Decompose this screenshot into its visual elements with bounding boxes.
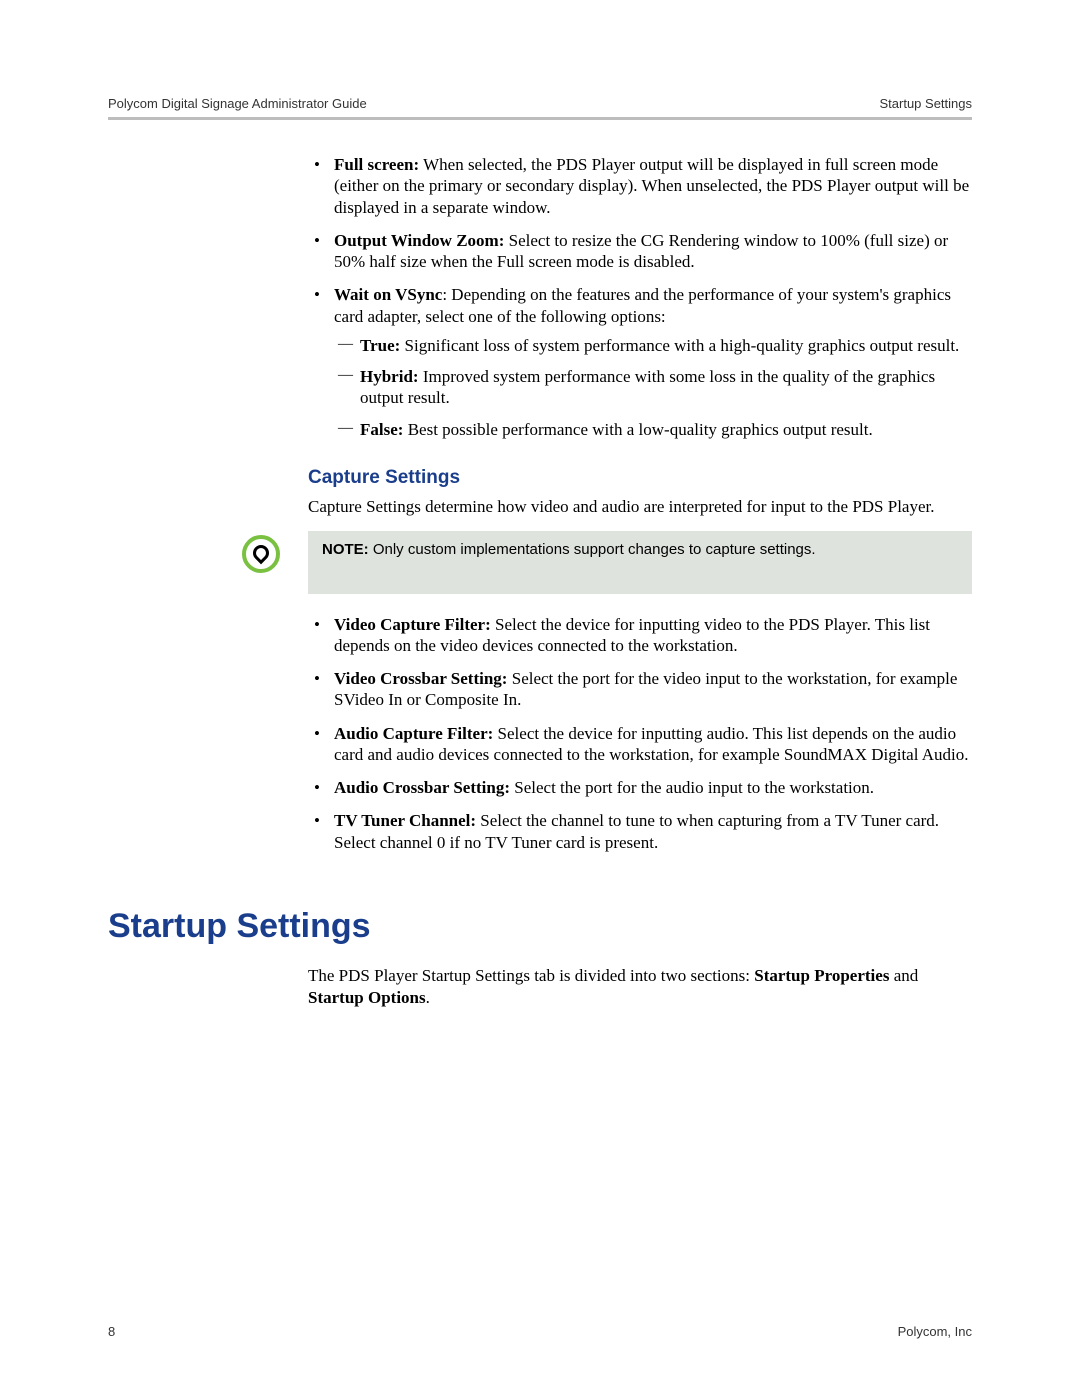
- option-label: Audio Crossbar Setting:: [334, 778, 510, 797]
- list-item: TV Tuner Channel: Select the channel to …: [308, 810, 972, 853]
- note-text: Only custom implementations support chan…: [369, 541, 816, 558]
- option-text: Best possible performance with a low-qua…: [403, 420, 872, 439]
- option-label: False:: [360, 420, 403, 439]
- startup-settings-heading: Startup Settings: [108, 905, 972, 948]
- note-box: NOTE: Only custom implementations suppor…: [308, 531, 972, 594]
- note-pin-icon: [242, 535, 280, 573]
- option-text: Significant loss of system performance w…: [400, 336, 959, 355]
- para-text: .: [426, 988, 430, 1007]
- option-label: Video Crossbar Setting:: [334, 669, 507, 688]
- list-item: Hybrid: Improved system performance with…: [334, 366, 972, 409]
- list-item: False: Best possible performance with a …: [334, 419, 972, 440]
- option-label: Video Capture Filter:: [334, 615, 491, 634]
- list-item: Video Capture Filter: Select the device …: [308, 614, 972, 657]
- startup-settings-paragraph: The PDS Player Startup Settings tab is d…: [308, 965, 972, 1008]
- body-column: Full screen: When selected, the PDS Play…: [308, 154, 972, 1008]
- option-text: When selected, the PDS Player output wil…: [334, 155, 969, 217]
- capture-settings-list: Video Capture Filter: Select the device …: [308, 614, 972, 853]
- footer-owner: Polycom, Inc: [898, 1324, 972, 1339]
- option-label: Full screen:: [334, 155, 419, 174]
- running-header: Polycom Digital Signage Administrator Gu…: [108, 96, 972, 117]
- note-icon-wrap: [242, 531, 308, 573]
- para-text: and: [889, 966, 918, 985]
- list-item: Full screen: When selected, the PDS Play…: [308, 154, 972, 218]
- list-item: Wait on VSync: Depending on the features…: [308, 284, 972, 440]
- list-item: True: Significant loss of system perform…: [334, 335, 972, 356]
- capture-settings-intro: Capture Settings determine how video and…: [308, 496, 972, 517]
- option-label: Wait on VSync: [334, 285, 442, 304]
- header-right: Startup Settings: [880, 96, 973, 111]
- list-item: Output Window Zoom: Select to resize the…: [308, 230, 972, 273]
- header-rule: [108, 117, 972, 120]
- page: Polycom Digital Signage Administrator Gu…: [0, 0, 1080, 1397]
- option-label: True:: [360, 336, 400, 355]
- note-callout: NOTE: Only custom implementations suppor…: [242, 531, 972, 594]
- option-label: Output Window Zoom:: [334, 231, 504, 250]
- para-text: The PDS Player Startup Settings tab is d…: [308, 966, 754, 985]
- option-text: Select the port for the audio input to t…: [510, 778, 874, 797]
- capture-settings-heading: Capture Settings: [308, 466, 972, 490]
- para-bold: Startup Properties: [754, 966, 889, 985]
- option-text: Improved system performance with some lo…: [360, 367, 935, 407]
- para-bold: Startup Options: [308, 988, 426, 1007]
- option-label: Hybrid:: [360, 367, 419, 386]
- display-options-list: Full screen: When selected, the PDS Play…: [308, 154, 972, 440]
- option-label: TV Tuner Channel:: [334, 811, 476, 830]
- option-label: Audio Capture Filter:: [334, 724, 493, 743]
- list-item: Audio Crossbar Setting: Select the port …: [308, 777, 972, 798]
- vsync-sublist: True: Significant loss of system perform…: [334, 335, 972, 440]
- list-item: Audio Capture Filter: Select the device …: [308, 723, 972, 766]
- header-left: Polycom Digital Signage Administrator Gu…: [108, 96, 367, 111]
- note-label: NOTE:: [322, 541, 369, 558]
- running-footer: 8 Polycom, Inc: [108, 1324, 972, 1339]
- page-number: 8: [108, 1324, 115, 1339]
- list-item: Video Crossbar Setting: Select the port …: [308, 668, 972, 711]
